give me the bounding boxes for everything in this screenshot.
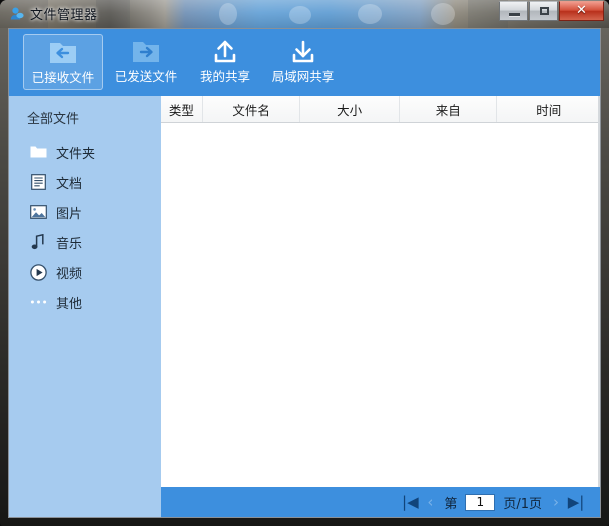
last-page-button[interactable]: ▶| <box>566 491 586 513</box>
file-table-body[interactable] <box>161 123 600 487</box>
play-circle-icon <box>29 263 47 281</box>
sidebar-label-music: 音乐 <box>56 233 82 252</box>
column-header-from[interactable]: 来自 <box>400 96 498 122</box>
sidebar-label-folders: 文件夹 <box>56 143 95 162</box>
sidebar-label-documents: 文档 <box>56 173 82 192</box>
close-button[interactable]: ✕ <box>559 1 604 21</box>
client-area: 已接收文件 已发送文件 <box>8 28 601 518</box>
column-header-time[interactable]: 时间 <box>497 96 600 122</box>
pagination-bar: |◀ ‹ 第 页/1页 › ▶| <box>161 487 600 517</box>
prev-page-button[interactable]: ‹ <box>420 491 440 513</box>
first-page-button[interactable]: |◀ <box>400 491 420 513</box>
sidebar-label-videos: 视频 <box>56 263 82 282</box>
column-header-filename[interactable]: 文件名 <box>203 96 301 122</box>
window-controls: ✕ <box>499 1 604 22</box>
folder-out-icon <box>106 36 186 68</box>
music-note-icon <box>29 233 47 251</box>
toolbar-button-sent[interactable]: 已发送文件 <box>106 34 186 90</box>
sidebar-item-music[interactable]: 音乐 <box>9 227 161 257</box>
close-icon: ✕ <box>560 2 603 20</box>
sidebar-label-images: 图片 <box>56 203 82 222</box>
page-number-input[interactable] <box>465 494 495 511</box>
minimize-icon <box>509 13 520 16</box>
toolbar-label-lan-share: 局域网共享 <box>263 68 343 86</box>
toolbar-button-lan-share[interactable]: 局域网共享 <box>263 34 343 90</box>
list-right-edge <box>598 96 600 517</box>
next-page-button[interactable]: › <box>546 491 566 513</box>
folder-in-icon <box>24 37 102 69</box>
pager-total-label: 页/1页 <box>503 493 542 512</box>
document-icon <box>29 173 47 191</box>
file-table-header: 类型 文件名 大小 来自 时间 <box>161 96 600 123</box>
toolbar-label-received: 已接收文件 <box>24 69 102 87</box>
sidebar-title: 全部文件 <box>9 96 161 137</box>
sidebar-item-videos[interactable]: 视频 <box>9 257 161 287</box>
sidebar-item-images[interactable]: 图片 <box>9 197 161 227</box>
toolbar-label-sent: 已发送文件 <box>106 68 186 86</box>
sidebar-item-others[interactable]: 其他 <box>9 287 161 317</box>
column-header-size[interactable]: 大小 <box>300 96 400 122</box>
sidebar-item-folders[interactable]: 文件夹 <box>9 137 161 167</box>
application-window: 文件管理器 ✕ 已接收文件 <box>0 0 609 526</box>
minimize-button[interactable] <box>499 1 528 21</box>
window-title: 文件管理器 <box>30 4 98 23</box>
download-icon <box>263 36 343 68</box>
upload-icon <box>185 36 265 68</box>
folder-icon <box>29 143 47 161</box>
toolbar-label-my-share: 我的共享 <box>185 68 265 86</box>
sidebar-item-documents[interactable]: 文档 <box>9 167 161 197</box>
image-icon <box>29 203 47 221</box>
file-list-panel: 类型 文件名 大小 来自 时间 |◀ ‹ 第 页/1页 › ▶| <box>161 96 600 517</box>
title-bar[interactable]: 文件管理器 ✕ <box>0 0 609 28</box>
toolbar-button-received[interactable]: 已接收文件 <box>23 34 103 90</box>
sidebar: 全部文件 文件夹 文档 <box>9 96 161 517</box>
sidebar-label-others: 其他 <box>56 293 82 312</box>
user-cloud-icon <box>9 6 25 22</box>
toolbar-button-my-share[interactable]: 我的共享 <box>185 34 265 90</box>
maximize-icon <box>540 7 549 15</box>
ellipsis-icon <box>29 293 47 311</box>
main-toolbar: 已接收文件 已发送文件 <box>9 29 601 96</box>
pager-prefix-label: 第 <box>444 493 457 512</box>
column-header-type[interactable]: 类型 <box>161 96 203 122</box>
maximize-button[interactable] <box>529 1 558 21</box>
